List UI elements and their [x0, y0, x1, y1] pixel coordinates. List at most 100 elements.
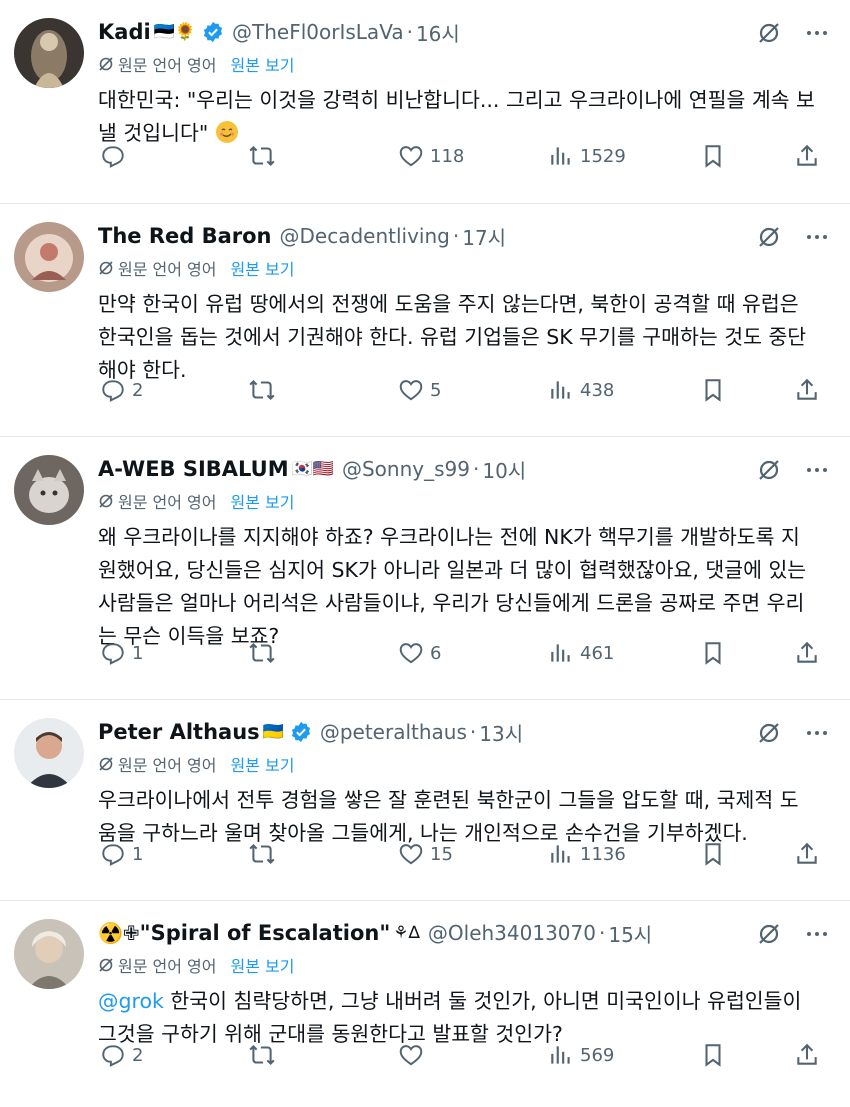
bookmark-icon: [705, 1044, 721, 1067]
share-icon: [797, 1043, 817, 1065]
reply-icon: [102, 844, 124, 866]
bookmark-button[interactable]: [700, 841, 726, 867]
reply-button[interactable]: 2: [100, 1042, 143, 1068]
views-button[interactable]: 438: [548, 377, 614, 403]
share-button[interactable]: [794, 1042, 820, 1068]
reply-icon: [102, 1045, 124, 1067]
bookmark-button[interactable]: [700, 640, 726, 666]
retweet-button[interactable]: [248, 640, 282, 666]
views-icon: [551, 644, 570, 662]
verified-icon: [291, 721, 310, 743]
retweet-icon: [249, 642, 275, 664]
more-icon[interactable]: [804, 224, 830, 250]
tweet-text: 만약 한국이 유럽 땅에서의 전쟁에 도움을 주지 않는다면, 북한이 공격할 …: [98, 292, 807, 382]
views-button[interactable]: 1136: [548, 841, 626, 867]
display-name[interactable]: Peter Althaus: [98, 720, 260, 744]
views-button[interactable]: 569: [548, 1042, 614, 1068]
view-original-link[interactable]: 원본 보기: [231, 953, 295, 977]
translate-icon: [99, 261, 113, 275]
retweet-button[interactable]: [248, 1042, 282, 1068]
handle[interactable]: @Sonny_s99: [342, 457, 470, 481]
grok-icon[interactable]: [756, 921, 782, 947]
tweet-text: 왜 우크라이나를 지지해야 하죠? 우크라이나는 전에 NK가 핵무기를 개발하…: [98, 525, 807, 648]
reply-button[interactable]: 1: [100, 640, 143, 666]
views-button[interactable]: 461: [548, 640, 614, 666]
avatar[interactable]: [14, 919, 84, 989]
handle[interactable]: @Decadentliving: [280, 224, 450, 248]
views-icon: [551, 845, 570, 863]
name-emoji: 🇪🇪🌻: [153, 22, 197, 42]
reply-icon: [102, 643, 124, 665]
display-name[interactable]: A-WEB SIBALUM: [98, 457, 289, 481]
share-button[interactable]: [794, 377, 820, 403]
bookmark-button[interactable]: [700, 1042, 726, 1068]
more-icon[interactable]: [804, 457, 830, 483]
tweet[interactable]: ☢️✙ "Spiral of Escalation" ⚘∆ @Oleh34013…: [0, 901, 850, 1107]
timestamp[interactable]: 17시: [462, 222, 506, 251]
tweet[interactable]: A-WEB SIBALUM 🇰🇷🇺🇸 @Sonny_s99 · 10시 원문 언…: [0, 437, 850, 700]
grok-icon[interactable]: [756, 224, 782, 250]
timestamp[interactable]: 16시: [416, 18, 460, 47]
share-icon: [797, 144, 817, 166]
retweet-button[interactable]: [248, 143, 282, 169]
display-name[interactable]: Kadi: [98, 20, 151, 44]
display-name[interactable]: The Red Baron: [98, 224, 272, 248]
view-original-link[interactable]: 원본 보기: [231, 52, 295, 76]
views-icon: [551, 381, 570, 399]
handle[interactable]: @TheFl0orIsLaVa: [232, 20, 404, 44]
retweet-icon: [249, 843, 275, 865]
translated-language: 원문 언어 영어: [118, 756, 217, 775]
views-icon: [551, 147, 570, 165]
tweet[interactable]: The Red Baron @Decadentliving · 17시 원문 언…: [0, 204, 850, 437]
grok-icon[interactable]: [756, 457, 782, 483]
reply-button[interactable]: 2: [100, 377, 143, 403]
bookmark-icon: [705, 843, 721, 866]
like-button[interactable]: 15: [398, 841, 453, 867]
like-icon: [399, 643, 423, 664]
display-name[interactable]: "Spiral of Escalation": [140, 921, 391, 945]
like-icon: [399, 380, 423, 401]
share-icon: [797, 378, 817, 400]
like-icon: [399, 844, 423, 865]
view-original-link[interactable]: 원본 보기: [231, 256, 295, 280]
view-original-link[interactable]: 원본 보기: [231, 752, 295, 776]
timestamp[interactable]: 15시: [608, 919, 652, 948]
translated-language: 원문 언어 영어: [118, 493, 217, 512]
handle[interactable]: @peteralthaus: [320, 720, 467, 744]
retweet-button[interactable]: [248, 841, 282, 867]
more-icon[interactable]: [804, 720, 830, 746]
retweet-button[interactable]: [248, 377, 282, 403]
more-icon[interactable]: [804, 921, 830, 947]
grok-icon[interactable]: [756, 20, 782, 46]
reply-button[interactable]: [100, 143, 132, 169]
share-button[interactable]: [794, 143, 820, 169]
like-button[interactable]: 6: [398, 640, 441, 666]
grok-icon[interactable]: [756, 720, 782, 746]
views-button[interactable]: 1529: [548, 143, 626, 169]
reply-button[interactable]: 1: [100, 841, 143, 867]
bookmark-button[interactable]: [700, 377, 726, 403]
like-button[interactable]: 5: [398, 377, 441, 403]
view-original-link[interactable]: 원본 보기: [231, 489, 295, 513]
avatar[interactable]: [14, 718, 84, 788]
tweet[interactable]: Peter Althaus 🇺🇦 @peteralthaus · 13시 원문 …: [0, 700, 850, 901]
mention-link[interactable]: @grok: [98, 989, 164, 1013]
retweet-icon: [249, 1044, 275, 1066]
like-button[interactable]: 118: [398, 143, 464, 169]
timestamp[interactable]: 13시: [479, 718, 523, 747]
avatar[interactable]: [14, 222, 84, 292]
translate-icon: [99, 494, 113, 508]
bookmark-icon: [705, 642, 721, 665]
handle[interactable]: @Oleh34013070: [428, 921, 596, 945]
reply-icon: [102, 146, 124, 168]
avatar[interactable]: [14, 455, 84, 525]
bookmark-button[interactable]: [700, 143, 726, 169]
timestamp[interactable]: 10시: [482, 455, 526, 484]
tweet[interactable]: Kadi 🇪🇪🌻 @TheFl0orIsLaVa · 16시 원문 언어 영어 …: [0, 0, 850, 204]
share-button[interactable]: [794, 841, 820, 867]
share-button[interactable]: [794, 640, 820, 666]
avatar[interactable]: [14, 18, 84, 88]
more-icon[interactable]: [804, 20, 830, 46]
translated-language: 원문 언어 영어: [118, 260, 217, 279]
like-button[interactable]: [398, 1042, 430, 1068]
